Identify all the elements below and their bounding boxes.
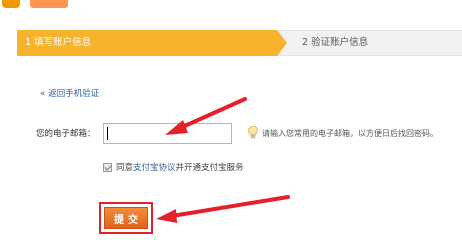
annotation-arrow-submit: [156, 195, 290, 223]
